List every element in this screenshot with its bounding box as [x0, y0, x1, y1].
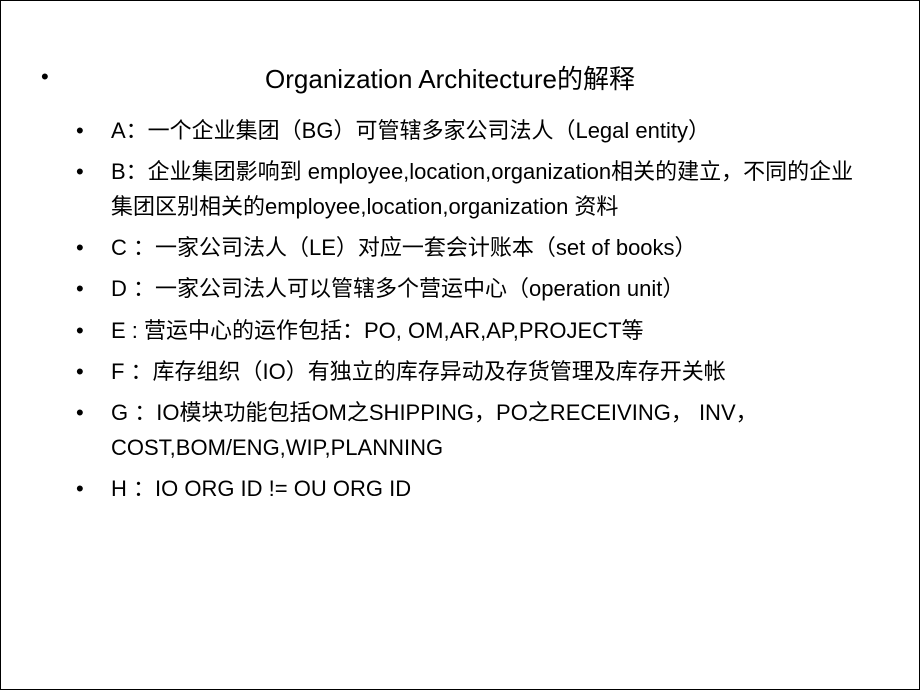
bullet-list: Organization Architecture的解释 A：一个企业集团（BG… [76, 59, 869, 506]
list-item: G ：IO模块功能包括OM之SHIPPING，PO之RECEIVING， INV… [76, 395, 869, 465]
list-item: B：企业集团影响到 employee,location,organization… [76, 154, 869, 224]
list-item: F ：库存组织（IO）有独立的库存异动及存货管理及库存开关帐 [76, 354, 869, 389]
slide-content: Organization Architecture的解释 A：一个企业集团（BG… [1, 1, 919, 689]
list-item: C ：一家公司法人（LE）对应一套会计账本（set of books） [76, 230, 869, 265]
slide-title: Organization Architecture的解释 [265, 59, 715, 101]
list-item: H ：IO ORG ID != OU ORG ID [76, 471, 869, 506]
list-item: D ：一家公司法人可以管辖多个营运中心（operation unit） [76, 271, 869, 306]
slide-title-item: Organization Architecture的解释 [76, 59, 869, 101]
list-item: E : 营运中心的运作包括：PO, OM,AR,AP,PROJECT等 [76, 313, 869, 348]
list-item: A：一个企业集团（BG）可管辖多家公司法人（Legal entity） [76, 113, 869, 148]
